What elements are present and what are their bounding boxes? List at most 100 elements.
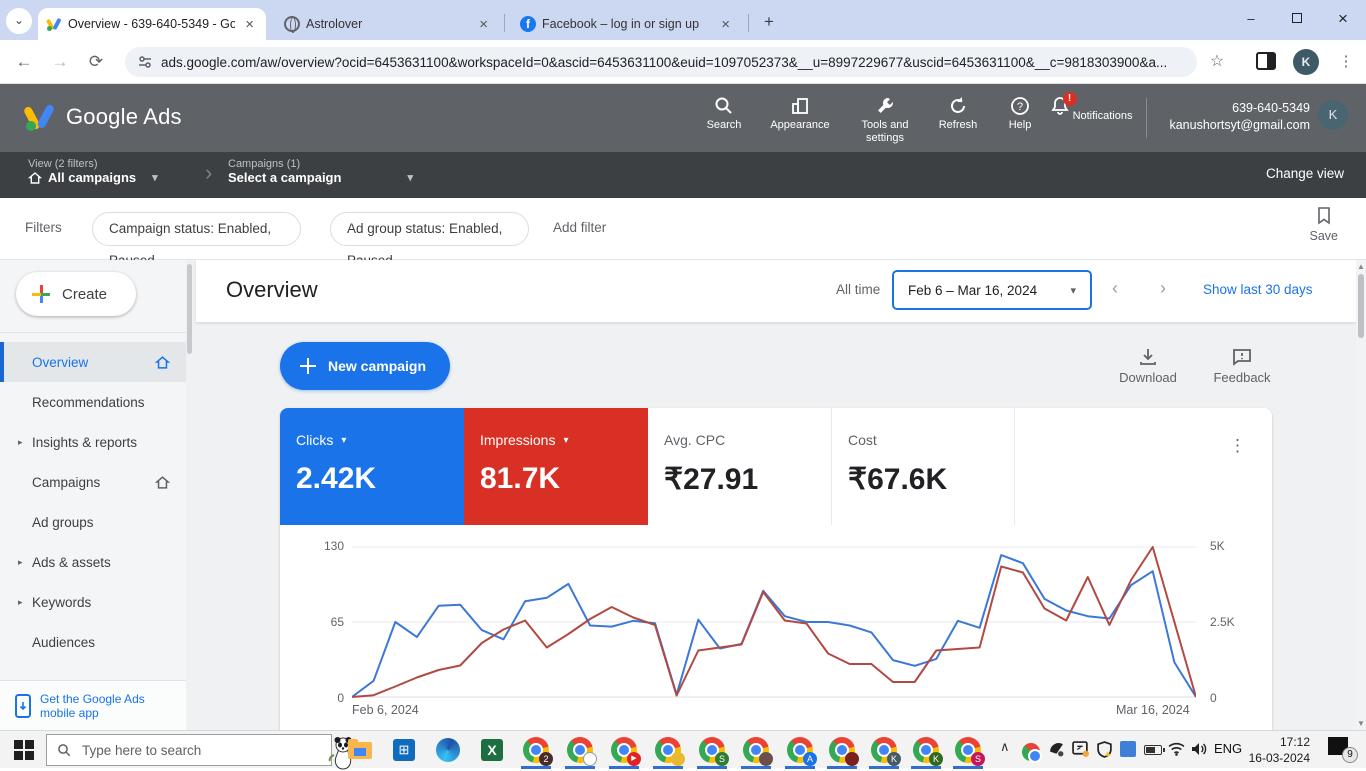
- chrome-window-icon[interactable]: 2: [522, 737, 553, 766]
- chrome-window-icon[interactable]: K: [870, 737, 901, 766]
- forward-icon[interactable]: →: [48, 50, 72, 74]
- account-avatar[interactable]: K: [1318, 100, 1348, 130]
- chrome-window-icon[interactable]: ▶: [610, 737, 641, 766]
- previous-period-icon[interactable]: ‹: [1112, 278, 1118, 299]
- add-filter-link[interactable]: Add filter: [553, 220, 606, 235]
- account-info[interactable]: 639-640-5349 kanushortsyt@gmail.com: [1169, 100, 1310, 134]
- campaign-selector[interactable]: Campaigns (1) Select a campaign ▾: [228, 158, 413, 185]
- view-selector[interactable]: View (2 filters) All campaigns ▾: [28, 158, 158, 185]
- taskbar-clock[interactable]: 17:12 16-03-2024: [1249, 734, 1310, 766]
- expand-icon[interactable]: ▸: [18, 437, 23, 448]
- sidebar-item-campaigns[interactable]: Campaigns: [0, 462, 186, 502]
- download-label: Download: [1119, 370, 1177, 385]
- chrome-window-icon[interactable]: K: [912, 737, 943, 766]
- wifi-icon[interactable]: [1168, 741, 1185, 759]
- file-explorer-icon[interactable]: [346, 737, 374, 763]
- browser-menu-kebab-icon[interactable]: ⋮: [1334, 50, 1358, 74]
- change-view-link[interactable]: Change view: [1266, 166, 1344, 181]
- show-last-30-days-link[interactable]: Show last 30 days: [1203, 282, 1313, 297]
- microsoft-store-icon[interactable]: ⊞: [390, 737, 418, 763]
- date-range-value: Feb 6 – Mar 16, 2024: [908, 282, 1038, 298]
- date-range-picker[interactable]: Feb 6 – Mar 16, 2024 ▾: [892, 270, 1092, 310]
- appearance-menu-item[interactable]: Appearance: [766, 96, 834, 132]
- url-bar[interactable]: ads.google.com/aw/overview?ocid=64536311…: [125, 47, 1197, 77]
- action-center-button[interactable]: 9: [1328, 737, 1358, 763]
- chrome-window-icon[interactable]: [654, 737, 685, 766]
- sidebar-item-keywords[interactable]: ▸ Keywords: [0, 582, 186, 622]
- stat-clicks[interactable]: Clicks ▾ 2.42K: [280, 408, 464, 525]
- chrome-window-icon[interactable]: [742, 737, 773, 766]
- tab-search-button[interactable]: ⌄: [6, 8, 32, 34]
- language-indicator[interactable]: ENG: [1214, 741, 1242, 756]
- tools-settings-menu-item[interactable]: Tools and settings: [852, 96, 918, 145]
- scroll-down-icon[interactable]: ▼: [1356, 719, 1366, 728]
- sidebar-item-audiences[interactable]: Audiences: [0, 622, 186, 662]
- sidebar-item-ads-assets[interactable]: ▸ Ads & assets: [0, 542, 186, 582]
- tray-satellite-icon[interactable]: [1048, 741, 1065, 761]
- card-menu-kebab-icon[interactable]: ⋮: [1229, 436, 1246, 456]
- window-close-button[interactable]: ×: [1320, 0, 1366, 38]
- sidebar-item-ad-groups[interactable]: Ad groups: [0, 502, 186, 542]
- help-menu-item[interactable]: ? Help: [1000, 96, 1040, 132]
- new-campaign-button[interactable]: New campaign: [280, 342, 450, 390]
- profile-badge: ▶: [627, 752, 641, 766]
- save-label: Save: [1309, 229, 1339, 243]
- sidebar-item-recommendations[interactable]: Recommendations: [0, 382, 186, 422]
- close-icon[interactable]: ×: [717, 16, 734, 33]
- notifications-menu-item[interactable]: ! Notifications: [1048, 92, 1134, 123]
- chrome-window-icon[interactable]: [828, 737, 859, 766]
- browser-profile-avatar[interactable]: K: [1293, 49, 1319, 75]
- chrome-window-icon[interactable]: A: [786, 737, 817, 766]
- back-icon[interactable]: ←: [12, 50, 36, 74]
- sidebar-scrollbar[interactable]: [187, 264, 192, 354]
- page-scrollbar[interactable]: ▲ ▼: [1356, 260, 1366, 730]
- start-button[interactable]: [14, 740, 34, 760]
- battery-icon[interactable]: [1144, 745, 1165, 755]
- scrollbar-thumb[interactable]: [1358, 274, 1364, 338]
- stat-cost[interactable]: Cost ₹67.6K: [831, 408, 1015, 525]
- browser-tab-astrolover[interactable]: Astrolover ×: [276, 8, 500, 40]
- side-panel-icon[interactable]: [1256, 52, 1276, 70]
- edge-browser-icon[interactable]: [434, 737, 462, 763]
- mobile-app-promo[interactable]: Get the Google Ads mobile app: [0, 680, 186, 730]
- bookmark-star-icon[interactable]: ☆: [1205, 50, 1229, 74]
- filter-chip-adgroup-status[interactable]: Ad group status: Enabled, Paused: [330, 212, 529, 268]
- volume-icon[interactable]: [1190, 741, 1208, 760]
- feedback-button[interactable]: Feedback: [1204, 348, 1280, 385]
- left-axis-tick: 65: [330, 615, 344, 629]
- browser-tab-facebook[interactable]: f Facebook – log in or sign up ×: [512, 8, 742, 40]
- tray-display-icon[interactable]: [1072, 741, 1089, 761]
- chrome-window-icon[interactable]: [566, 737, 597, 766]
- chevron-down-icon[interactable]: ▾: [341, 435, 346, 446]
- excel-icon[interactable]: X: [478, 737, 506, 763]
- expand-icon[interactable]: ▸: [18, 557, 23, 568]
- filter-chip-campaign-status[interactable]: Campaign status: Enabled, Paused: [92, 212, 301, 268]
- next-period-icon[interactable]: ›: [1160, 278, 1166, 299]
- download-button[interactable]: Download: [1108, 348, 1188, 385]
- expand-icon[interactable]: ▸: [18, 597, 23, 608]
- create-button[interactable]: Create: [16, 272, 136, 316]
- browser-tab-overview[interactable]: Overview - 639-640-5349 - Goo ×: [38, 8, 266, 40]
- stat-impressions[interactable]: Impressions ▾ 81.7K: [464, 408, 648, 525]
- reload-icon[interactable]: ⟳: [84, 50, 108, 74]
- scroll-up-icon[interactable]: ▲: [1356, 262, 1366, 271]
- sidebar-item-overview[interactable]: Overview: [0, 342, 186, 382]
- stat-avg-cpc[interactable]: Avg. CPC ₹27.91: [648, 408, 831, 525]
- close-icon[interactable]: ×: [241, 16, 258, 33]
- chrome-window-icon[interactable]: S: [954, 737, 985, 766]
- window-minimize-button[interactable]: –: [1228, 0, 1274, 38]
- search-menu-item[interactable]: Search: [700, 96, 748, 132]
- tray-app-icon[interactable]: [1120, 741, 1136, 757]
- tray-expand-icon[interactable]: ∧: [1000, 739, 1010, 755]
- tray-chrome-icon[interactable]: [1020, 739, 1042, 765]
- chevron-down-icon[interactable]: ▾: [563, 435, 568, 446]
- chrome-window-icon[interactable]: S: [698, 737, 729, 766]
- close-icon[interactable]: ×: [475, 16, 492, 33]
- save-filter-button[interactable]: Save: [1309, 206, 1339, 243]
- taskbar-search-input[interactable]: Type here to search: [46, 734, 352, 770]
- sidebar-item-insights-reports[interactable]: ▸ Insights & reports: [0, 422, 186, 462]
- tray-shield-icon[interactable]: [1096, 741, 1113, 761]
- new-tab-button[interactable]: +: [756, 10, 782, 36]
- window-restore-button[interactable]: [1274, 0, 1320, 38]
- refresh-menu-item[interactable]: Refresh: [934, 96, 982, 132]
